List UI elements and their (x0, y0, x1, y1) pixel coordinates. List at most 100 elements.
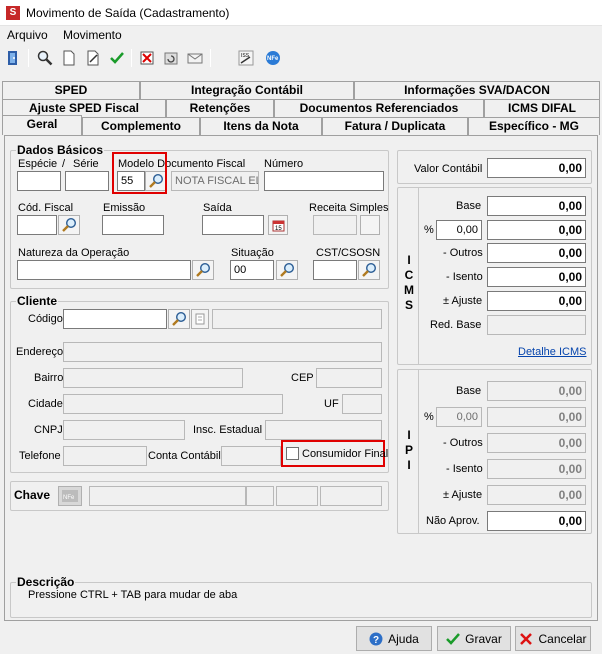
situacao-input[interactable]: 00 (230, 260, 274, 280)
icms-base-input[interactable]: 0,00 (487, 196, 586, 216)
menu-movimento[interactable]: Movimento (63, 28, 122, 42)
cod-fiscal-search-button[interactable] (58, 215, 80, 235)
cep-field (316, 368, 382, 388)
iss-sign-icon[interactable]: ISS (235, 47, 257, 69)
cliente-search-button[interactable] (168, 309, 190, 329)
refresh-icon[interactable] (160, 47, 182, 69)
cliente-detail-button[interactable] (191, 309, 209, 329)
cep-label: CEP (291, 372, 314, 384)
cliente-codigo-input[interactable] (63, 309, 167, 329)
conta-contabil-label: Conta Contábil (148, 450, 221, 462)
endereco-field (63, 342, 382, 362)
tab-fatura-duplicata[interactable]: Fatura / Duplicata (322, 117, 468, 135)
svg-text:?: ? (373, 635, 379, 646)
gravar-button[interactable]: Gravar (437, 626, 511, 651)
icms-pct-result[interactable]: 0,00 (487, 220, 586, 240)
icms-outros-label: - Outros (443, 247, 483, 259)
natureza-operacao-input[interactable] (17, 260, 191, 280)
numero-label: Número (264, 158, 304, 170)
saida-calendar-button[interactable]: 15 (268, 215, 288, 235)
tab-complemento[interactable]: Complemento (82, 117, 200, 135)
check-icon (446, 632, 461, 645)
valor-contabil-label: Valor Contábil (414, 163, 483, 175)
mail-icon[interactable] (184, 47, 206, 69)
saida-input[interactable] (202, 215, 264, 235)
numero-input[interactable] (264, 171, 384, 191)
search-icon[interactable] (34, 47, 56, 69)
ipi-ajuste-field: 0,00 (487, 485, 586, 505)
receita-simples-button[interactable] (360, 215, 380, 235)
edit-document-icon[interactable] (82, 47, 104, 69)
tab-integracao-contabil[interactable]: Integração Contábil (140, 81, 354, 99)
receita-simples-field (313, 215, 357, 235)
valor-contabil-input[interactable]: 0,00 (487, 158, 586, 178)
tab-especifico-mg[interactable]: Específico - MG (468, 117, 600, 135)
natureza-operacao-label: Natureza da Operação (18, 247, 130, 259)
tab-geral[interactable]: Geral (2, 115, 82, 135)
search-icon (196, 262, 211, 277)
cidade-label: Cidade (28, 398, 63, 410)
icms-isento-input[interactable]: 0,00 (487, 267, 586, 287)
new-document-icon[interactable] (58, 47, 80, 69)
tab-retencoes[interactable]: Retenções (166, 99, 274, 117)
search-icon (172, 311, 187, 326)
situacao-label: Situação (231, 247, 274, 259)
chave-field-4 (320, 486, 382, 506)
modelo-highlight-box (112, 152, 167, 194)
confirm-check-icon[interactable] (106, 47, 128, 69)
telefone-field (63, 446, 147, 466)
icms-pct-input[interactable]: 0,00 (436, 220, 482, 240)
tab-documentos-referenciados[interactable]: Documentos Referenciados (274, 99, 484, 117)
serie-label: Série (73, 158, 99, 170)
tab-sped[interactable]: SPED (2, 81, 140, 99)
svg-text:NFe: NFe (267, 56, 279, 62)
cliente-nome-field (212, 309, 382, 329)
app-icon: S (6, 6, 20, 20)
icms-outros-input[interactable]: 0,00 (487, 243, 586, 263)
serie-input[interactable] (65, 171, 109, 191)
tab-informacoes-sva[interactable]: Informações SVA/DACON (354, 81, 600, 99)
ipi-pct-field: 0,00 (436, 407, 482, 427)
tab-itens-da-nota[interactable]: Itens da Nota (200, 117, 322, 135)
icms-red-base-field (487, 315, 586, 335)
ajuda-button[interactable]: ? Ajuda (356, 626, 432, 651)
ipi-pct-result: 0,00 (487, 407, 586, 427)
codigo-label: Código (28, 313, 63, 325)
uf-field (342, 394, 382, 414)
icms-vertical-label: ICMS (404, 253, 414, 312)
consumidor-final-checkbox[interactable] (286, 447, 299, 460)
cancelar-button[interactable]: Cancelar (515, 626, 591, 651)
cidade-field (63, 394, 283, 414)
emissao-input[interactable] (102, 215, 164, 235)
delete-icon[interactable] (136, 47, 158, 69)
situacao-search-button[interactable] (276, 260, 298, 280)
icms-base-label: Base (456, 200, 482, 212)
uf-label: UF (324, 398, 339, 410)
nfe-icon[interactable]: NFe (262, 47, 284, 69)
cod-fiscal-input[interactable] (17, 215, 57, 235)
natureza-search-button[interactable] (192, 260, 214, 280)
ipi-vertical-label: IPI (404, 428, 413, 472)
cancel-x-icon (520, 632, 533, 645)
exit-door-icon[interactable] (2, 47, 24, 69)
ipi-nao-aprov-input[interactable]: 0,00 (487, 511, 586, 531)
bairro-field (63, 368, 243, 388)
detalhe-icms-link[interactable]: Detalhe ICMS (518, 346, 586, 358)
tab-icms-difal[interactable]: ICMS DIFAL (484, 99, 600, 117)
bairro-label: Bairro (34, 372, 64, 384)
menu-arquivo[interactable]: Arquivo (7, 28, 48, 42)
especie-input[interactable] (17, 171, 61, 191)
tab-row-1: SPED Integração Contábil Informações SVA… (0, 81, 602, 99)
endereco-label: Endereço (16, 346, 64, 358)
ipi-nao-aprov-label: Não Aprov. (426, 515, 480, 527)
icms-ajuste-input[interactable]: 0,00 (487, 291, 586, 311)
descricao-text: Pressione CTRL + TAB para mudar de aba (28, 589, 238, 601)
chave-nfe-button[interactable]: NFe (58, 486, 82, 506)
search-icon (362, 262, 377, 277)
cst-csosn-input[interactable] (313, 260, 357, 280)
emissao-label: Emissão (103, 202, 146, 214)
ipi-pct-label: % (424, 411, 434, 423)
cst-search-button[interactable] (358, 260, 380, 280)
descricao-title: Descrição (16, 575, 76, 589)
telefone-label: Telefone (19, 450, 61, 462)
